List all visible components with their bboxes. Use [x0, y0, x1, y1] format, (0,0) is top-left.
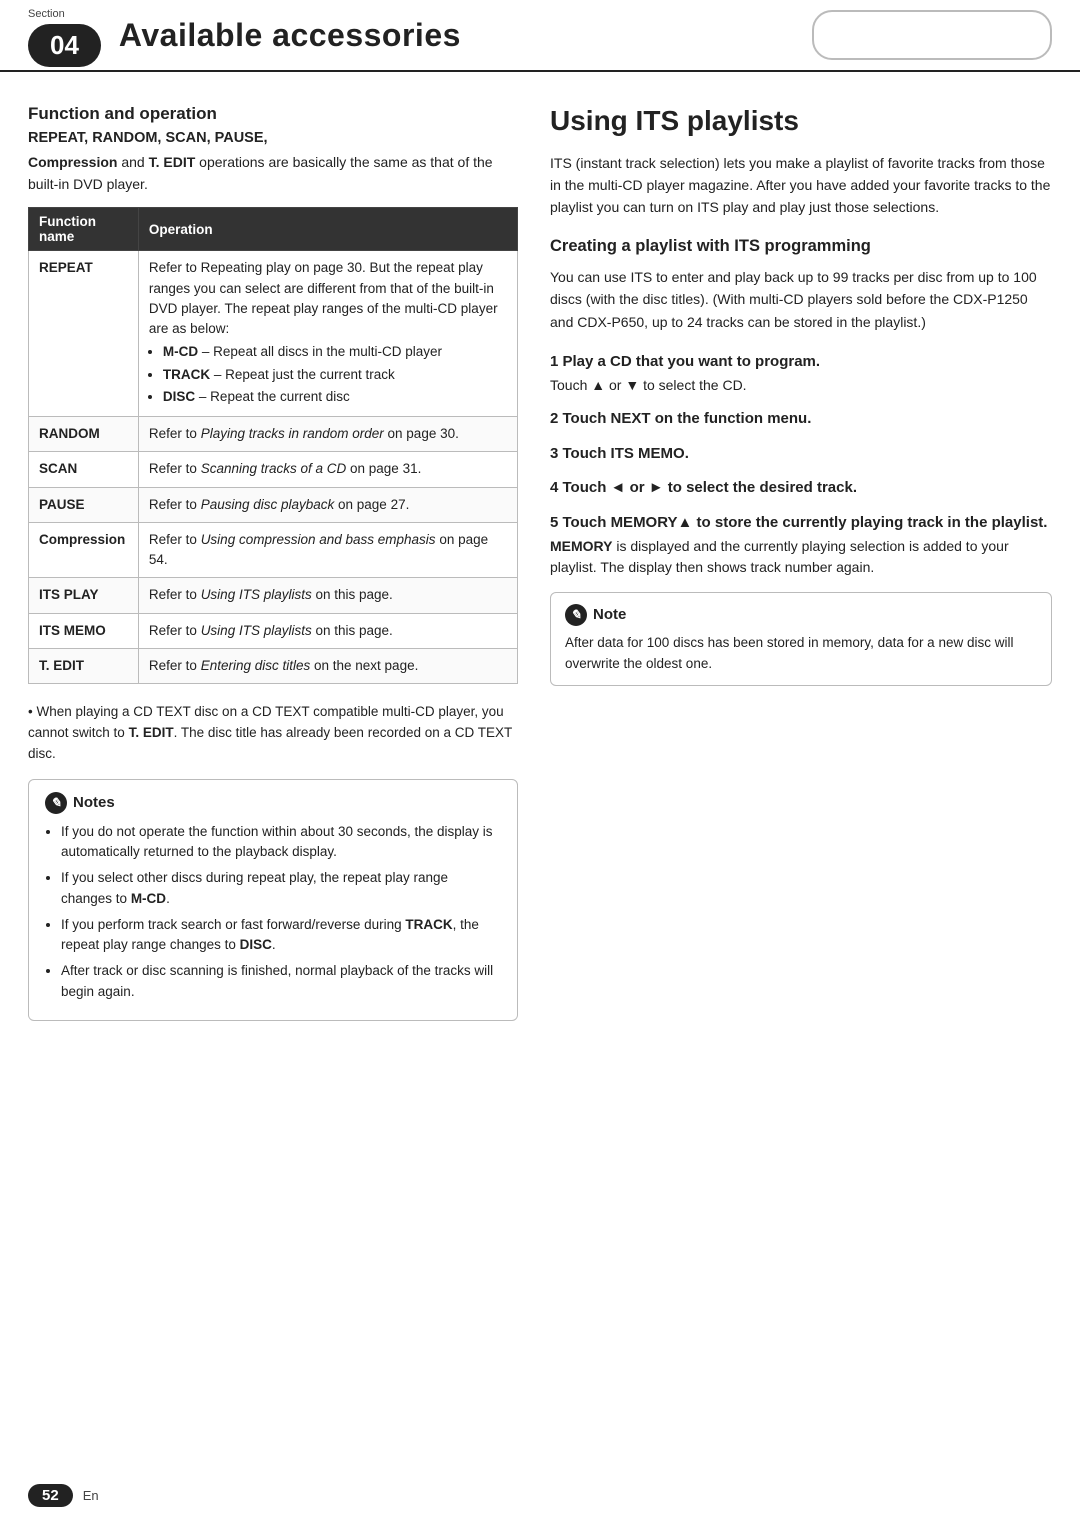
footer-lang: En [83, 1488, 99, 1503]
step-label: 1 Play a CD that you want to program. [550, 351, 1052, 374]
table-cell-op: Refer to Entering disc titles on the nex… [138, 648, 517, 683]
func-op-intro: Compression and T. EDIT operations are b… [28, 152, 518, 195]
page-footer: 52 En [0, 1484, 1080, 1507]
note-icon: ✎ [565, 604, 587, 626]
table-cell-op: Refer to Using ITS playlists on this pag… [138, 613, 517, 648]
list-item: If you perform track search or fast forw… [61, 915, 501, 956]
table-cell-op: Refer to Using compression and bass emph… [138, 522, 517, 578]
table-row: PAUSERefer to Pausing disc playback on p… [29, 487, 518, 522]
steps-container: 1 Play a CD that you want to program.Tou… [550, 351, 1052, 579]
table-cell-op: Refer to Repeating play on page 30. But … [138, 251, 517, 417]
step-num: 2 [550, 410, 558, 427]
step-label: 2 Touch NEXT on the function menu. [550, 408, 1052, 431]
table-cell-name: PAUSE [29, 487, 139, 522]
step-sub: Touch ▲ or ▼ to select the CD. [550, 375, 1052, 396]
note-box: ✎ Note After data for 100 discs has been… [550, 592, 1052, 685]
step-label: 4 Touch ◄ or ► to select the desired tra… [550, 477, 1052, 500]
note-text: After data for 100 discs has been stored… [565, 635, 1013, 671]
header-title-area: Available accessories [101, 0, 812, 70]
list-item: If you do not operate the function withi… [61, 822, 501, 863]
table-row: CompressionRefer to Using compression an… [29, 522, 518, 578]
notes-list: If you do not operate the function withi… [61, 822, 501, 1002]
chapter-number: 04 [28, 24, 101, 67]
table-row: RANDOMRefer to Playing tracks in random … [29, 417, 518, 452]
notes-icon: ✎ [45, 792, 67, 814]
notes-heading: ✎ Notes [45, 792, 501, 814]
step-num: 4 [550, 479, 558, 496]
creating-intro: You can use ITS to enter and play back u… [550, 266, 1052, 333]
header-right-box [812, 10, 1052, 60]
list-item: After track or disc scanning is finished… [61, 961, 501, 1002]
table-cell-name: REPEAT [29, 251, 139, 417]
table-cell-name: T. EDIT [29, 648, 139, 683]
step: 5 Touch MEMORY▲ to store the currently p… [550, 512, 1052, 579]
table-cell-name: SCAN [29, 452, 139, 487]
table-row: REPEATRefer to Repeating play on page 30… [29, 251, 518, 417]
step-num: 1 [550, 353, 558, 370]
its-intro: ITS (instant track selection) lets you m… [550, 152, 1052, 219]
table-cell-name: RANDOM [29, 417, 139, 452]
table-cell-name: ITS PLAY [29, 578, 139, 613]
main-content: Function and operation REPEAT, RANDOM, S… [0, 72, 1080, 1021]
step: 3 Touch ITS MEMO. [550, 443, 1052, 466]
step-num: 5 [550, 514, 558, 531]
func-op-heading: Function and operation [28, 104, 518, 124]
page-number: 52 [28, 1484, 73, 1507]
table-cell-op: Refer to Scanning tracks of a CD on page… [138, 452, 517, 487]
creating-heading: Creating a playlist with ITS programming [550, 237, 1052, 256]
page-header: Section 04 Available accessories [0, 0, 1080, 72]
table-cell-op: Refer to Using ITS playlists on this pag… [138, 578, 517, 613]
notes-box: ✎ Notes If you do not operate the functi… [28, 779, 518, 1021]
cd-text-note: • When playing a CD TEXT disc on a CD TE… [28, 702, 518, 765]
note-heading: ✎ Note [565, 603, 1037, 626]
page-title: Available accessories [119, 17, 461, 54]
table-cell-name: Compression [29, 522, 139, 578]
left-column: Function and operation REPEAT, RANDOM, S… [28, 104, 518, 1021]
page-container: Section 04 Available accessories Functio… [0, 0, 1080, 1529]
right-column: Using ITS playlists ITS (instant track s… [550, 104, 1052, 1021]
table-cell-name: ITS MEMO [29, 613, 139, 648]
list-item: If you select other discs during repeat … [61, 868, 501, 909]
table-col-operation: Operation [138, 208, 517, 251]
step: 4 Touch ◄ or ► to select the desired tra… [550, 477, 1052, 500]
table-row: ITS PLAYRefer to Using ITS playlists on … [29, 578, 518, 613]
step: 1 Play a CD that you want to program.Tou… [550, 351, 1052, 397]
table-row: SCANRefer to Scanning tracks of a CD on … [29, 452, 518, 487]
table-cell-op: Refer to Pausing disc playback on page 2… [138, 487, 517, 522]
step-sub: MEMORY is displayed and the currently pl… [550, 536, 1052, 578]
step-label: 3 Touch ITS MEMO. [550, 443, 1052, 466]
function-table: Function name Operation REPEATRefer to R… [28, 207, 518, 684]
table-cell-op: Refer to Playing tracks in random order … [138, 417, 517, 452]
step-num: 3 [550, 445, 558, 462]
section-label: Section [28, 8, 65, 20]
func-op-keywords: REPEAT, RANDOM, SCAN, PAUSE, [28, 130, 518, 146]
step-label: 5 Touch MEMORY▲ to store the currently p… [550, 512, 1052, 535]
step: 2 Touch NEXT on the function menu. [550, 408, 1052, 431]
table-row: T. EDITRefer to Entering disc titles on … [29, 648, 518, 683]
section-badge: Section 04 [0, 0, 101, 70]
table-col-function: Function name [29, 208, 139, 251]
its-title: Using ITS playlists [550, 104, 1052, 138]
table-row: ITS MEMORefer to Using ITS playlists on … [29, 613, 518, 648]
